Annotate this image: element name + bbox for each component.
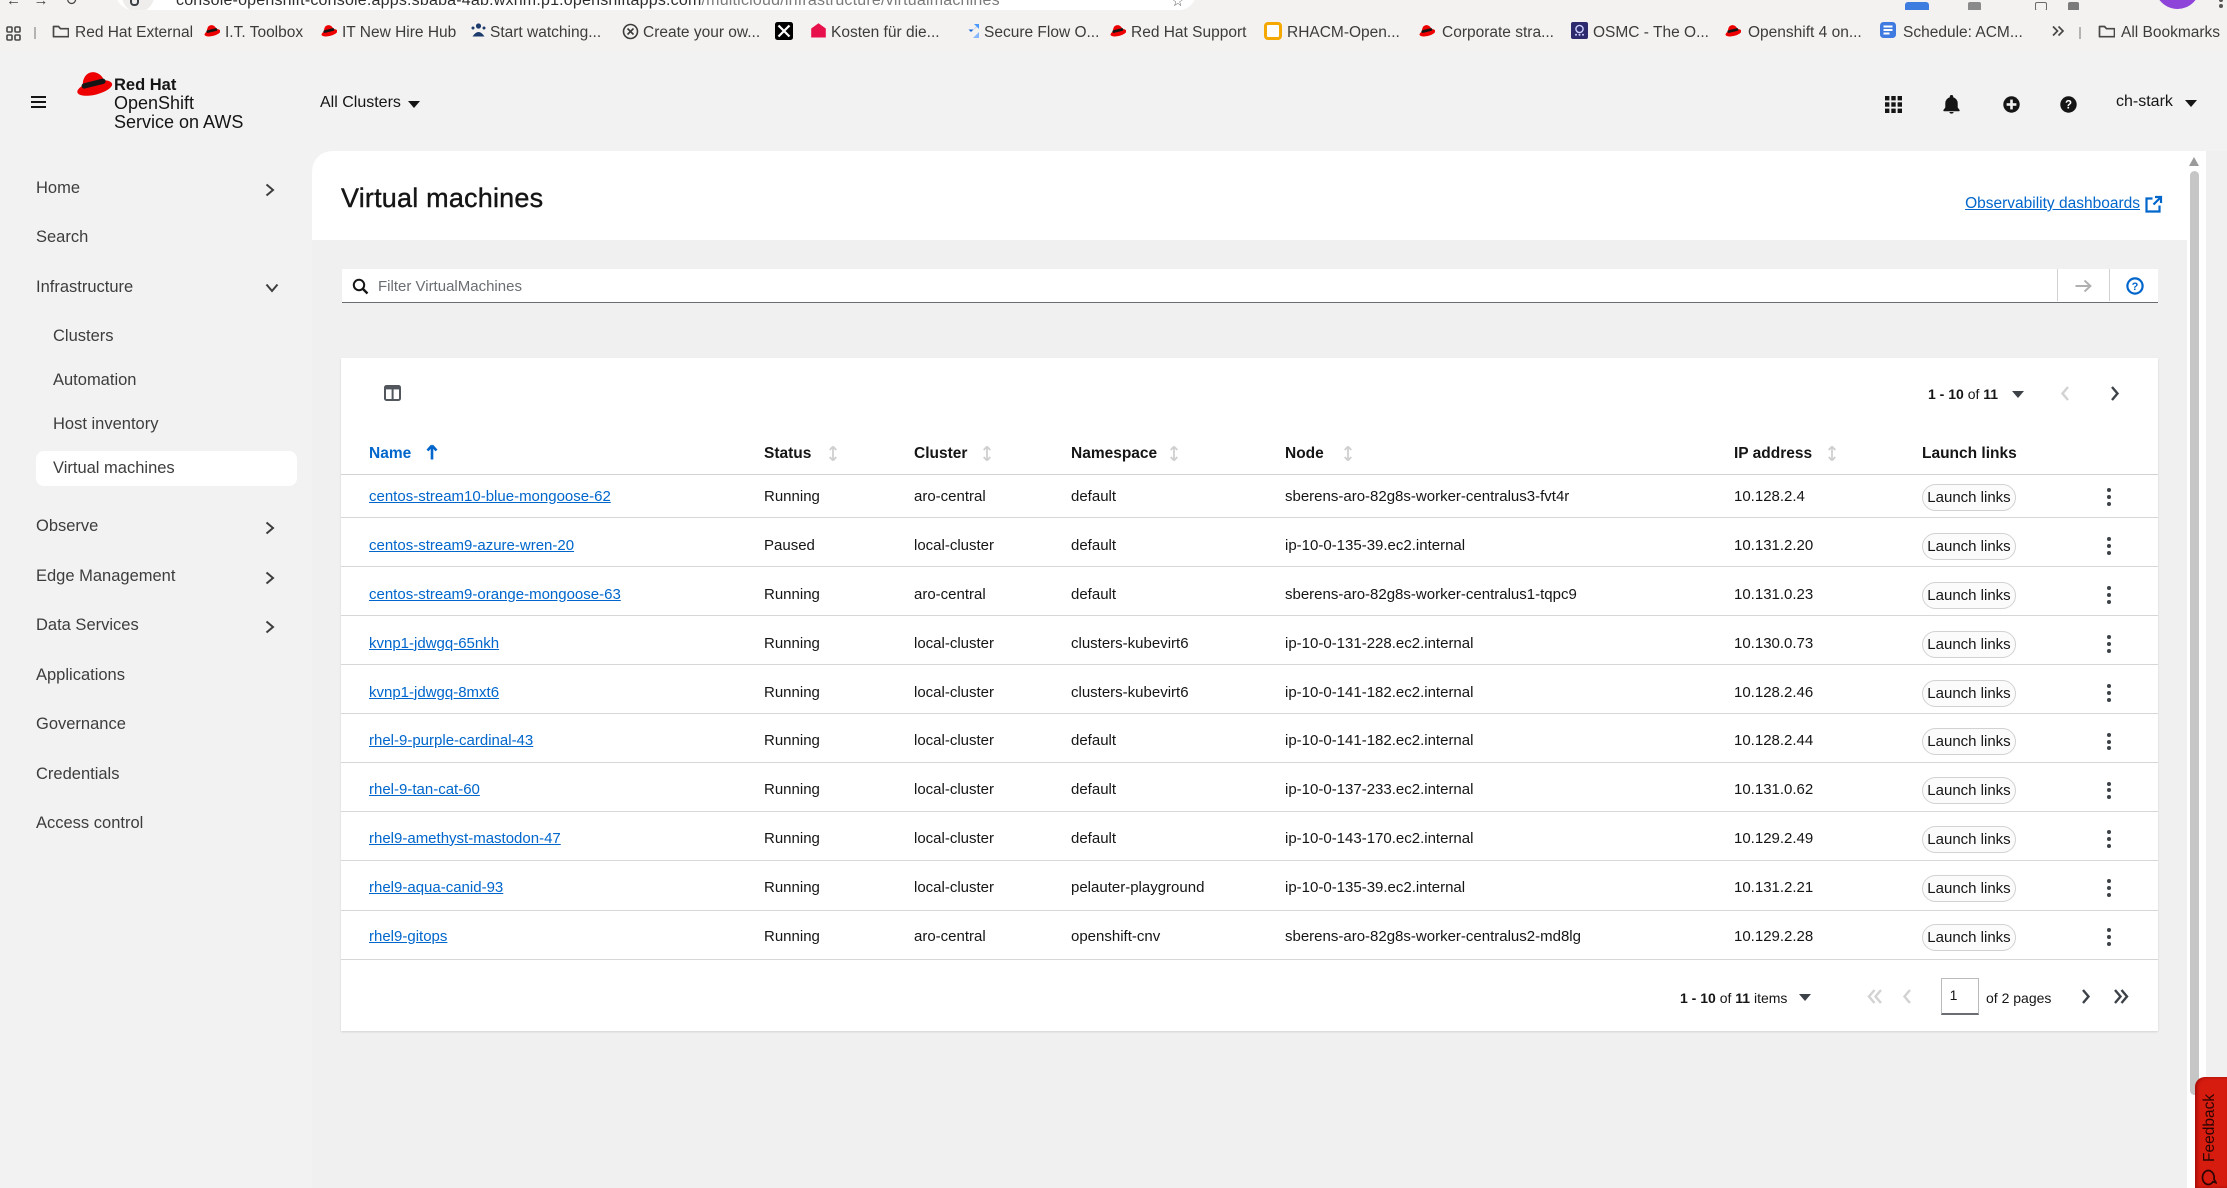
svg-text:?: ? bbox=[2065, 99, 2072, 111]
svg-text:?: ? bbox=[2132, 281, 2139, 293]
